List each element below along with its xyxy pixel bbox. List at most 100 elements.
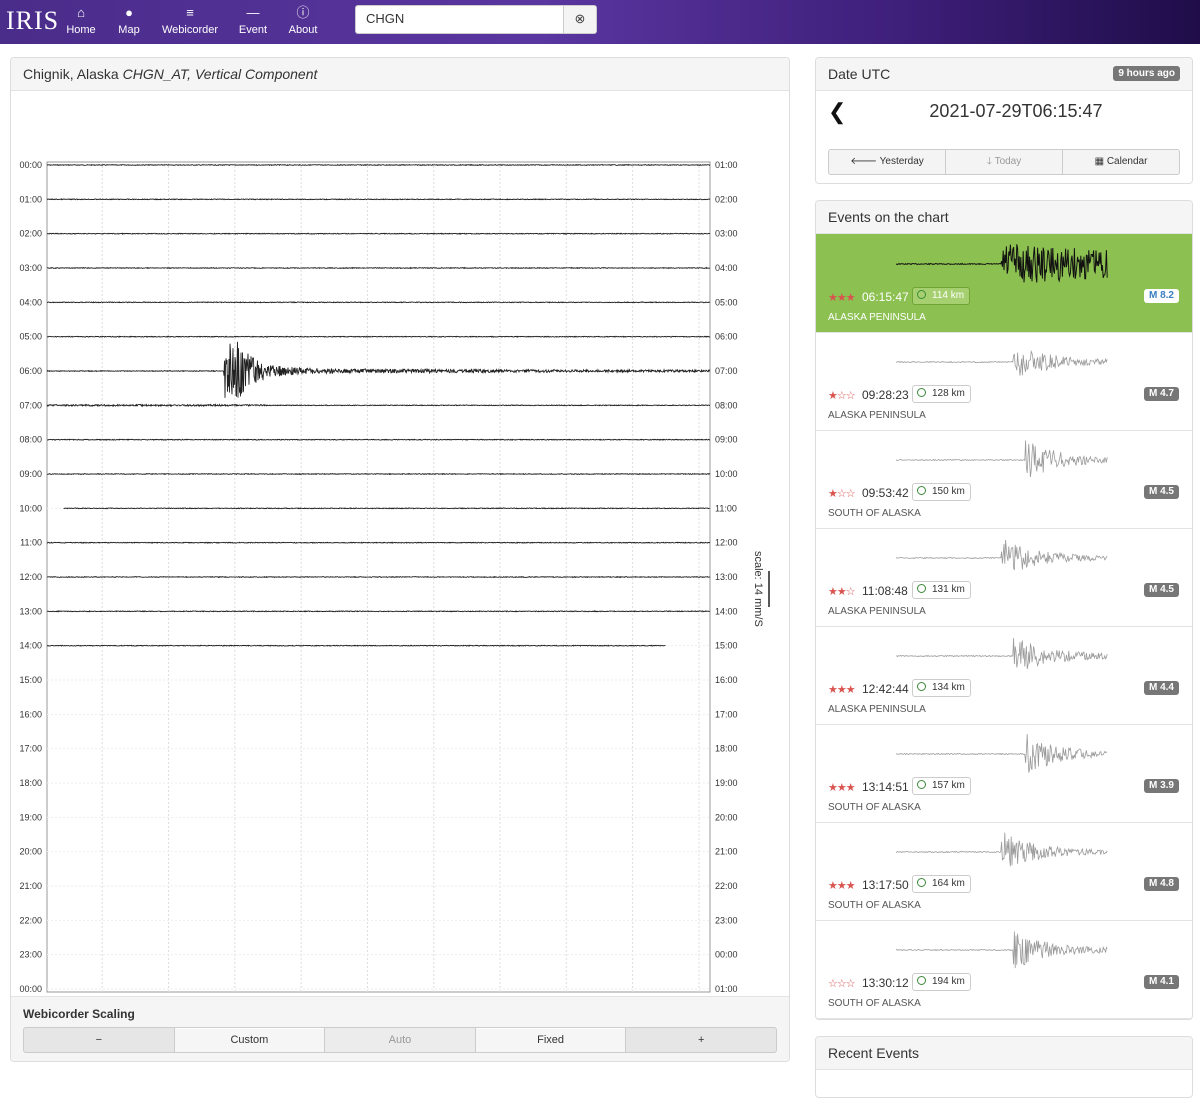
right-hour-label: 16:00 bbox=[715, 675, 738, 685]
calendar-button[interactable]: ▦ Calendar bbox=[1063, 150, 1179, 174]
magnitude-badge: M 4.8 bbox=[1143, 877, 1179, 891]
waveform-line bbox=[896, 440, 1108, 478]
nav-map[interactable]: ● Map bbox=[116, 4, 142, 40]
distance-badge: 164 km bbox=[912, 875, 971, 893]
right-hour-label: 18:00 bbox=[715, 744, 738, 754]
target-icon bbox=[917, 584, 926, 593]
nav-webicorder-label: Webicorder bbox=[162, 24, 219, 36]
scale-decrease-button[interactable]: − bbox=[24, 1028, 175, 1052]
event-item[interactable]: ★★★ 06:15:47 114 km ALASKA PENINSULA M 8.2 bbox=[816, 234, 1192, 333]
right-hour-label: 04:00 bbox=[715, 263, 738, 273]
event-time: 09:28:23 bbox=[862, 388, 909, 402]
left-hour-label: 01:00 bbox=[19, 194, 42, 204]
event-waveform-thumbnail bbox=[896, 539, 1108, 571]
event-region: ALASKA PENINSULA bbox=[828, 606, 926, 617]
event-item[interactable]: ★★★ 13:17:50 164 km SOUTH OF ALASKA M 4.8 bbox=[816, 822, 1192, 921]
station-search-input[interactable] bbox=[356, 6, 564, 31]
scale-custom-button[interactable]: Custom bbox=[174, 1028, 326, 1052]
magnitude-badge: M 4.4 bbox=[1143, 681, 1179, 695]
scale-auto-button[interactable]: Auto bbox=[325, 1028, 476, 1052]
right-hour-label: 07:00 bbox=[715, 366, 738, 376]
distance-value: 128 km bbox=[932, 388, 965, 399]
nav-home[interactable]: ⌂ Home bbox=[66, 4, 96, 40]
scale-increase-button[interactable]: + bbox=[626, 1028, 776, 1052]
left-hour-label: 18:00 bbox=[19, 778, 42, 788]
seismic-trace bbox=[46, 266, 711, 270]
left-hour-label: 22:00 bbox=[19, 915, 42, 925]
event-item[interactable]: ★★★ 12:42:44 134 km ALASKA PENINSULA M 4.4 bbox=[816, 626, 1192, 725]
quality-stars: ★★☆ bbox=[828, 586, 856, 598]
left-hour-label: 15:00 bbox=[19, 675, 42, 685]
quality-stars: ★★★ bbox=[828, 684, 856, 696]
time-ago-badge: 9 hours ago bbox=[1113, 66, 1180, 81]
quality-stars: ★☆☆ bbox=[828, 488, 856, 500]
right-hour-label: 11:00 bbox=[715, 503, 737, 513]
event-region: ALASKA PENINSULA bbox=[828, 312, 926, 323]
nav-event-label: Event bbox=[238, 24, 268, 36]
waveform-line bbox=[896, 931, 1108, 969]
target-icon bbox=[917, 290, 926, 299]
right-hour-label: 15:00 bbox=[715, 641, 738, 651]
right-hour-label: 13:00 bbox=[715, 572, 738, 582]
waveform-line bbox=[896, 349, 1108, 376]
distance-value: 194 km bbox=[932, 976, 965, 987]
left-hour-label: 17:00 bbox=[19, 744, 42, 754]
right-hour-label: 03:00 bbox=[715, 229, 738, 239]
event-item[interactable]: ★☆☆ 09:53:42 150 km SOUTH OF ALASKA M 4.5 bbox=[816, 430, 1192, 529]
magnitude-badge: M 4.5 bbox=[1143, 485, 1179, 499]
event-waveform-thumbnail bbox=[896, 244, 1108, 283]
seismic-trace bbox=[47, 163, 711, 167]
magnitude-badge: M 4.5 bbox=[1143, 583, 1179, 597]
right-hour-label: 10:00 bbox=[715, 469, 738, 479]
event-waveform-thumbnail bbox=[896, 638, 1108, 669]
event-item[interactable]: ★☆☆ 09:28:23 128 km ALASKA PENINSULA M 4.7 bbox=[816, 332, 1192, 431]
distance-badge: 114 km bbox=[912, 287, 971, 305]
event-time: 09:53:42 bbox=[862, 486, 909, 500]
nav-webicorder[interactable]: ≡ Webicorder bbox=[162, 4, 218, 40]
event-item[interactable]: ☆☆☆ 13:30:12 194 km SOUTH OF ALASKA M 4.1 bbox=[816, 920, 1192, 1019]
right-hour-label: 21:00 bbox=[715, 847, 738, 857]
target-icon bbox=[917, 780, 926, 789]
event-item[interactable]: ★★★ 13:14:51 157 km SOUTH OF ALASKA M 3.9 bbox=[816, 724, 1192, 823]
event-region: SOUTH OF ALASKA bbox=[828, 998, 921, 1009]
waveform-line bbox=[896, 733, 1108, 773]
left-hour-label: 12:00 bbox=[19, 572, 42, 582]
nav-about[interactable]: ⓘ About bbox=[288, 4, 318, 40]
distance-value: 157 km bbox=[932, 780, 965, 791]
today-button[interactable]: 🡓 Today bbox=[946, 150, 1063, 174]
iris-logo[interactable]: IRIS bbox=[6, 6, 59, 36]
date-panel-title: Date UTC bbox=[828, 66, 891, 82]
left-hour-label: 06:00 bbox=[19, 366, 42, 376]
clear-search-button[interactable]: ⊗ bbox=[563, 6, 596, 33]
event-region: ALASKA PENINSULA bbox=[828, 704, 926, 715]
date-value: 2021-07-29T06:15:47 bbox=[929, 101, 1103, 121]
bars-icon: ≡ bbox=[186, 5, 194, 20]
right-hour-label: 02:00 bbox=[715, 194, 738, 204]
webicorder-chart-area: 05111723293541475359Time: Minutes00:0001… bbox=[11, 91, 789, 1027]
home-icon: ⌂ bbox=[77, 5, 85, 20]
event-region: SOUTH OF ALASKA bbox=[828, 508, 921, 519]
calendar-label: Calendar bbox=[1106, 156, 1148, 167]
left-hour-label: 10:00 bbox=[19, 503, 42, 513]
right-hour-label: 01:00 bbox=[715, 984, 738, 994]
event-time: 13:30:12 bbox=[862, 976, 909, 990]
event-item[interactable]: ★★☆ 11:08:48 131 km ALASKA PENINSULA M 4.5 bbox=[816, 528, 1192, 627]
event-time: 12:42:44 bbox=[862, 682, 909, 696]
date-row: ❮ 2021-07-29T06:15:47 bbox=[816, 91, 1192, 137]
magnitude-badge: M 4.7 bbox=[1143, 387, 1179, 401]
right-hour-label: 14:00 bbox=[715, 606, 738, 616]
distance-badge: 134 km bbox=[912, 679, 971, 697]
right-hour-label: 06:00 bbox=[715, 332, 738, 342]
left-hour-label: 03:00 bbox=[19, 263, 42, 273]
scale-fixed-button[interactable]: Fixed bbox=[475, 1028, 627, 1052]
nav-event[interactable]: — Event bbox=[238, 4, 268, 40]
yesterday-button[interactable]: 🡐 Yesterday bbox=[829, 150, 946, 174]
station-name: Chignik, Alaska bbox=[23, 66, 119, 82]
scaling-section: Webicorder Scaling − Custom Auto Fixed + bbox=[11, 996, 789, 1061]
date-panel-header: Date UTC 9 hours ago bbox=[816, 58, 1192, 91]
distance-value: 131 km bbox=[932, 584, 965, 595]
left-hour-label: 07:00 bbox=[19, 400, 42, 410]
left-hour-label: 21:00 bbox=[19, 881, 42, 891]
magnitude-badge: M 3.9 bbox=[1143, 779, 1179, 793]
target-icon bbox=[917, 878, 926, 887]
